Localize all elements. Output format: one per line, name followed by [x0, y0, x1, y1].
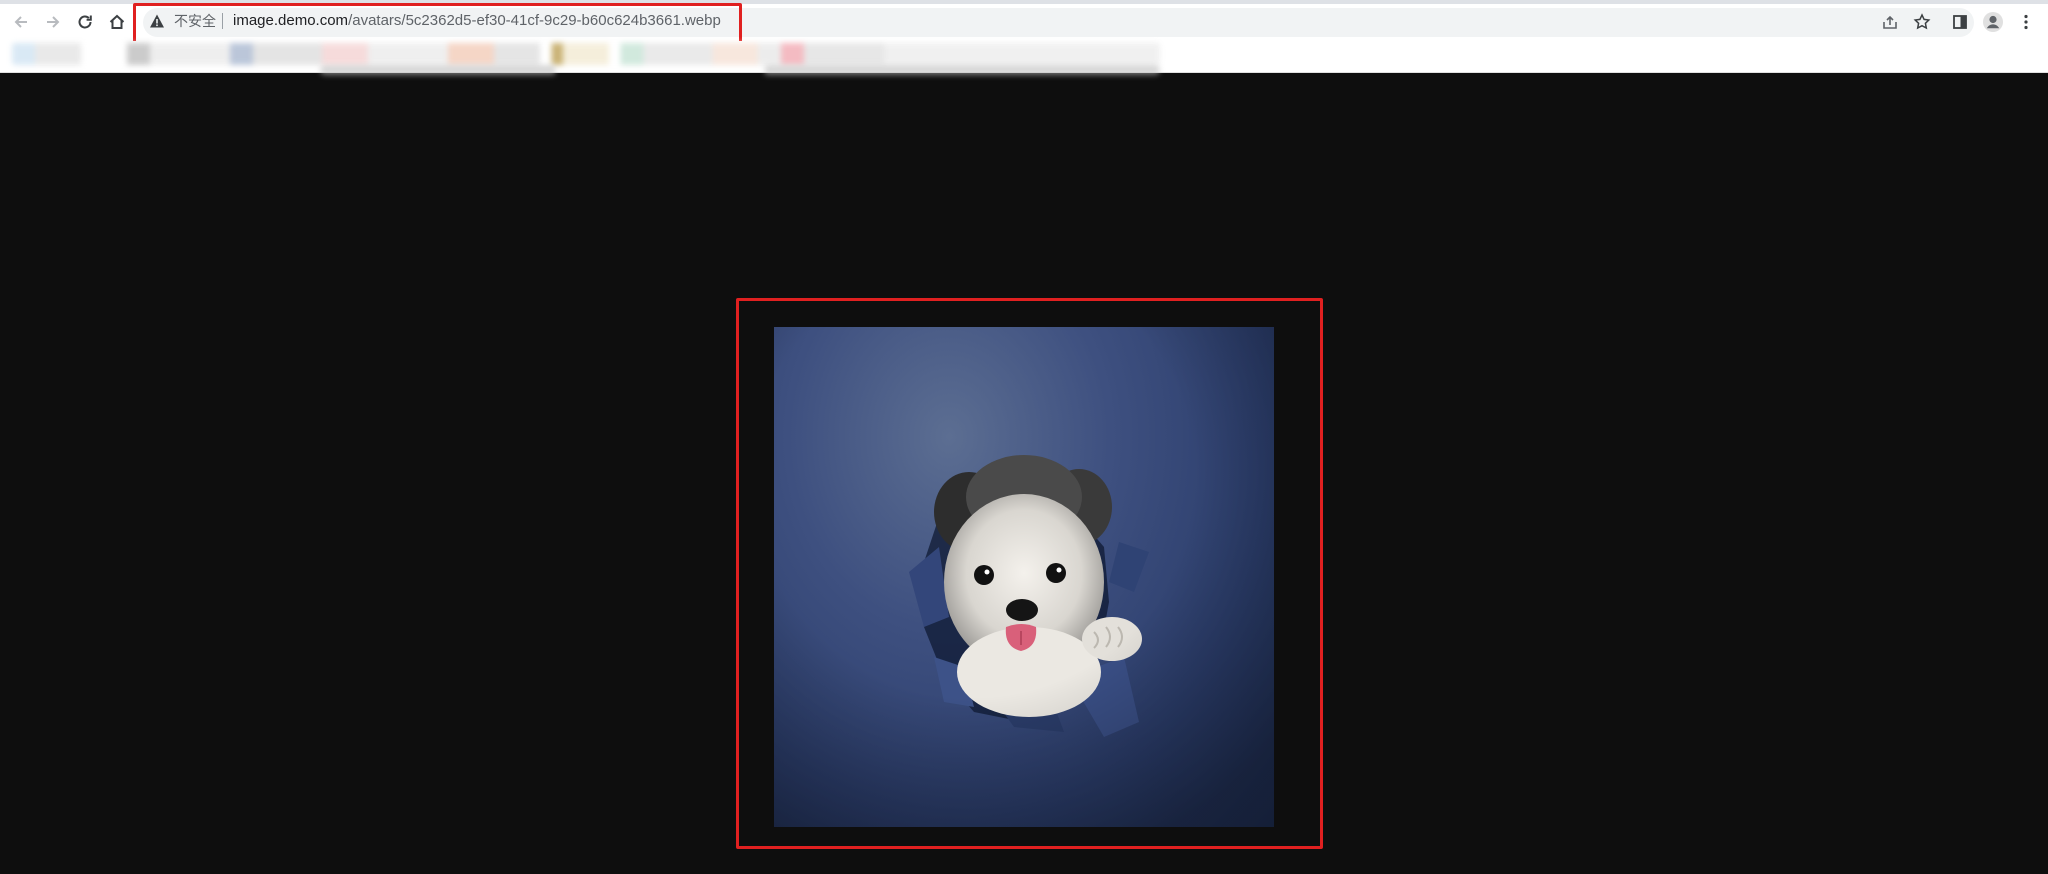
back-arrow-icon [14, 16, 27, 28]
home-icon [109, 14, 125, 29]
more-menu-icon [2024, 14, 2028, 30]
profile-button[interactable] [1980, 9, 2006, 35]
profile-avatar-icon [1983, 12, 2003, 32]
share-icon [1883, 15, 1897, 29]
reload-icon [78, 15, 92, 29]
forward-button[interactable] [40, 9, 66, 35]
image-highlight-box [736, 298, 1323, 849]
side-panel-button[interactable] [1947, 9, 1973, 35]
reload-button[interactable] [72, 9, 98, 35]
more-menu-button[interactable] [2013, 9, 2039, 35]
url-highlight-box [133, 3, 742, 46]
side-panel-icon [1953, 15, 1967, 29]
share-button[interactable] [1877, 9, 1903, 35]
bookmarks-bar [0, 41, 2048, 75]
bookmark-star-icon [1913, 13, 1931, 30]
blurred-bookmarks-shadow [320, 65, 1160, 75]
browser-toolbar: 不安全 image.demo.com/avatars/5c2362d5-ef30… [0, 0, 2048, 46]
home-button[interactable] [104, 9, 130, 35]
blurred-bookmarks[interactable] [12, 43, 1160, 65]
bookmark-button[interactable] [1909, 9, 1935, 35]
forward-arrow-icon [47, 16, 60, 28]
back-button[interactable] [8, 9, 34, 35]
